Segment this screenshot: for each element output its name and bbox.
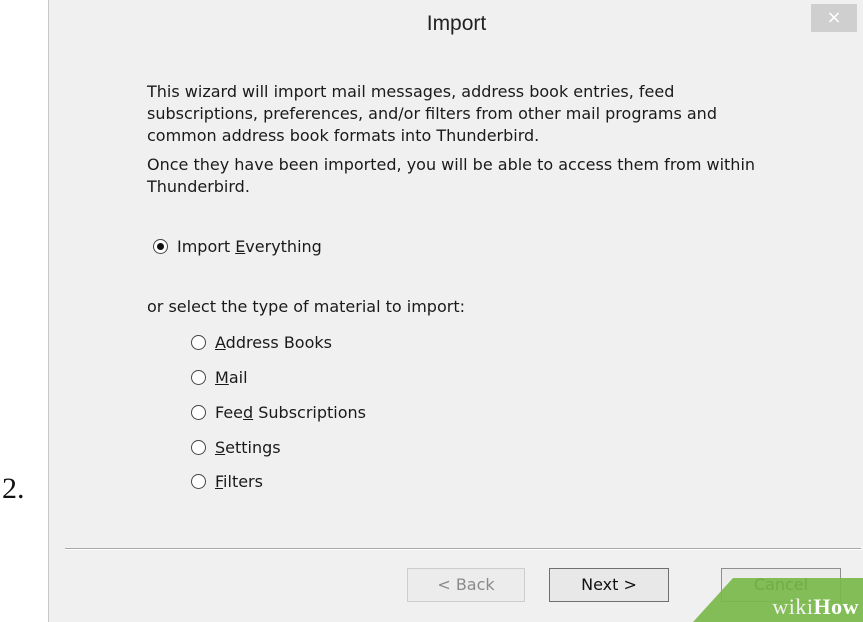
radio-icon[interactable] bbox=[191, 335, 206, 350]
radio-icon[interactable] bbox=[191, 370, 206, 385]
wikihow-logo: wikiHow bbox=[772, 594, 859, 619]
option-mail[interactable]: Mail bbox=[191, 368, 248, 387]
wizard-content: This wizard will import mail messages, a… bbox=[65, 50, 859, 543]
next-button[interactable]: Next > bbox=[549, 568, 669, 602]
back-button[interactable]: < Back bbox=[407, 568, 525, 602]
title-bar: Import × bbox=[49, 0, 863, 50]
radio-icon[interactable] bbox=[191, 405, 206, 420]
option-label: Address Books bbox=[215, 333, 332, 352]
option-filters[interactable]: Filters bbox=[191, 472, 263, 491]
option-settings[interactable]: Settings bbox=[191, 438, 281, 457]
import-everything-radio[interactable]: Import Everything bbox=[153, 237, 322, 256]
radio-icon[interactable] bbox=[191, 440, 206, 455]
option-label: Mail bbox=[215, 368, 248, 387]
radio-selected-icon[interactable] bbox=[153, 239, 168, 254]
close-icon: × bbox=[826, 7, 842, 28]
dialog-title: Import bbox=[426, 12, 487, 35]
option-label: Feed Subscriptions bbox=[215, 403, 367, 422]
button-separator bbox=[65, 548, 861, 550]
select-type-label: or select the type of material to import… bbox=[147, 297, 465, 316]
radio-icon[interactable] bbox=[191, 474, 206, 489]
option-label: Filters bbox=[215, 472, 263, 491]
option-label: Settings bbox=[215, 438, 281, 457]
import-everything-label: Import Everything bbox=[177, 237, 322, 256]
access-text: Once they have been imported, you will b… bbox=[147, 155, 756, 196]
close-button[interactable]: × bbox=[811, 4, 857, 32]
step-number: 2. bbox=[2, 472, 25, 505]
option-address-books[interactable]: Address Books bbox=[191, 333, 332, 352]
option-feed-subscriptions[interactable]: Feed Subscriptions bbox=[191, 403, 366, 422]
intro-text: This wizard will import mail messages, a… bbox=[147, 82, 717, 145]
import-dialog: Import × This wizard will import mail me… bbox=[48, 0, 863, 622]
